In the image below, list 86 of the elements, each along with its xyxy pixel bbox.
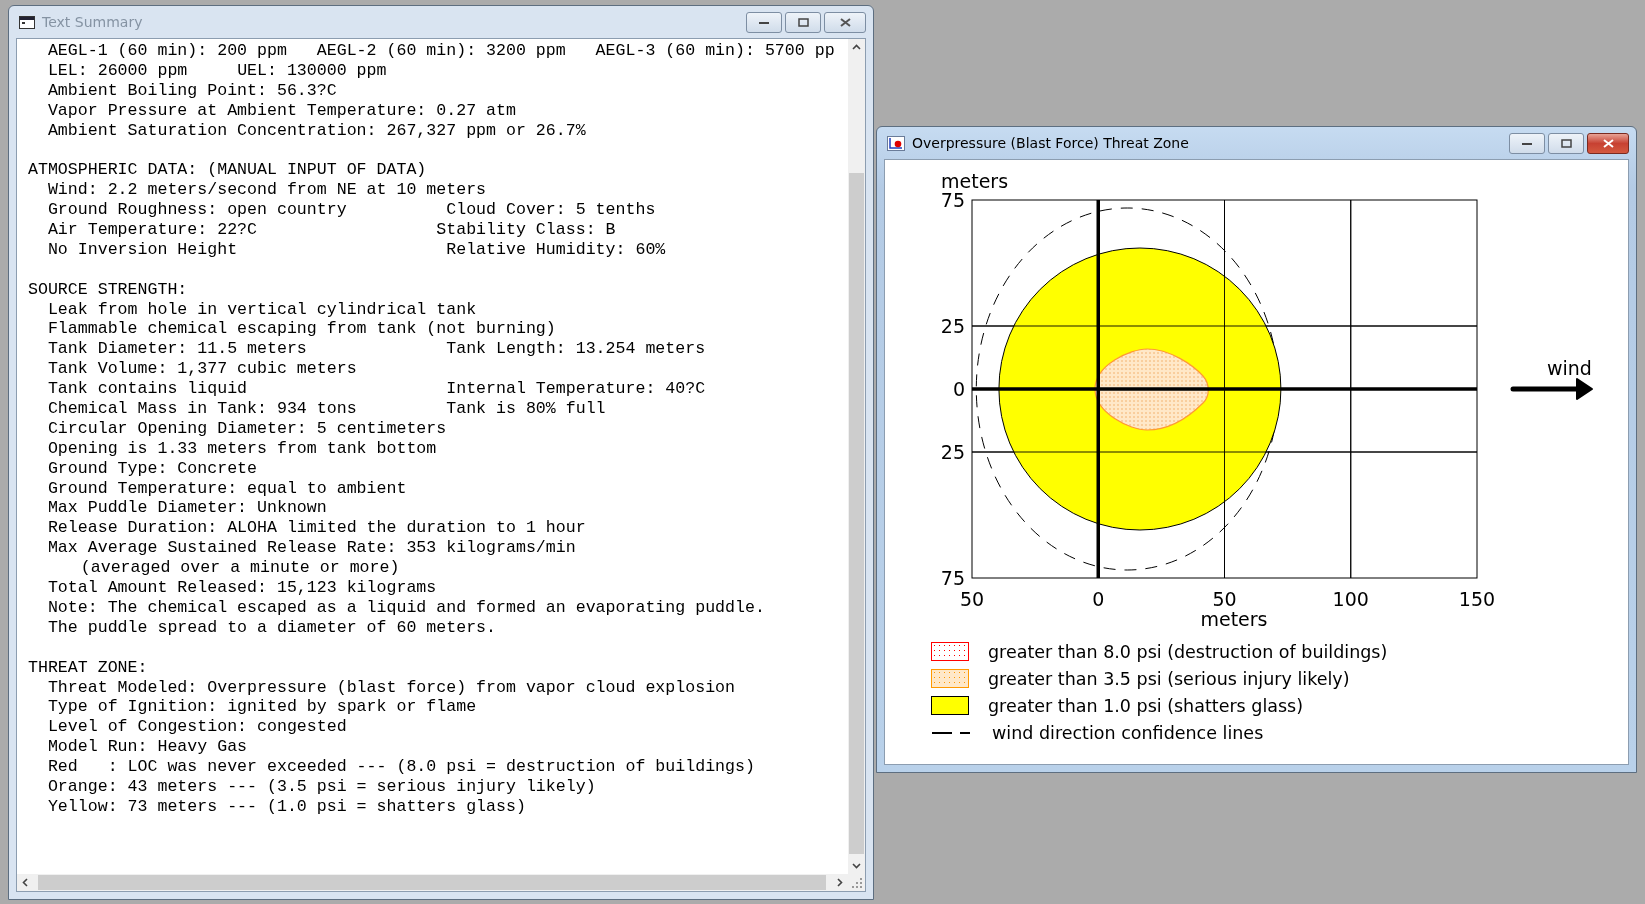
scroll-down-icon[interactable] — [852, 863, 861, 869]
tick-label: 50 — [959, 588, 985, 610]
scroll-up-icon[interactable] — [852, 44, 861, 50]
maximize-icon — [797, 18, 809, 27]
summary-text: (averaged over a minute or more) — [80, 558, 400, 578]
summary-text: Circular Opening Diameter: 5 centimeters — [47, 418, 447, 438]
summary-text: Release Duration: ALOHA limited the duration to 1 hour — [47, 518, 586, 538]
summary-text: Ground Temperature: equal to ambient — [47, 478, 407, 498]
wind-arrow-icon — [1510, 378, 1593, 400]
summary-text: Opening is 1.33 meters from tank bottom — [47, 438, 437, 458]
summary-text: Relative Humidity: 60% — [446, 239, 666, 259]
maximize-button[interactable] — [785, 12, 821, 33]
summary-text: Tank Volume: 1,377 cubic meters — [47, 359, 357, 379]
tick-label: 50 — [1212, 588, 1237, 610]
tick-label: 75 — [940, 189, 965, 211]
summary-text: Ambient Saturation Concentration: 267,327 ppm or 26.7% — [47, 120, 586, 140]
summary-text: Stability Class: B — [436, 220, 616, 239]
close-icon — [839, 18, 851, 27]
window-title: Overpressure (Blast Force) Threat Zone — [912, 135, 1189, 151]
close-icon — [1602, 139, 1614, 148]
legend-label: greater than 3.5 psi (serious injury likely) — [988, 668, 1350, 689]
summary-text: Max Average Sustained Release Rate: 353 kilograms/min — [47, 538, 576, 558]
maximize-icon — [1560, 139, 1572, 148]
summary-text: Vapor Pressure at Ambient Temperature: 0.27 atm — [47, 100, 516, 120]
summary-text: Red — [47, 757, 78, 777]
window-title: Text Summary — [42, 14, 143, 30]
axis-label: meters — [1200, 608, 1268, 630]
summary-text: AEGL-2 (60 min): 3200 ppm — [316, 41, 566, 60]
window-icon — [19, 15, 35, 29]
summary-text: Orange: 43 meters --- (3.5 psi = serious injury likely) — [47, 776, 596, 796]
section-heading: THREAT ZONE: — [28, 657, 149, 678]
wind-label: wind — [1547, 357, 1592, 379]
summary-text: UEL: 130000 ppm — [237, 60, 387, 80]
close-button[interactable] — [1587, 133, 1629, 154]
chart-icon — [887, 135, 905, 151]
summary-text: Internal Temperature: 40?C — [446, 379, 706, 399]
summary-text: Tank contains liquid — [47, 379, 248, 399]
scrollbar-thumb[interactable] — [849, 173, 864, 854]
summary-text: : LOC was never exceeded --- (8.0 psi = destruction of buildings) — [107, 757, 755, 777]
summary-text: Tank Length: 13.254 meters — [446, 339, 706, 359]
legend-label: greater than 1.0 psi (shatters glass) — [988, 695, 1304, 716]
legend-label: greater than 8.0 psi (destruction of buildings) — [988, 641, 1388, 662]
maximize-button[interactable] — [1548, 133, 1584, 154]
summary-text: No Inversion Height — [47, 239, 238, 259]
summary-text: AEGL-3 (60 min): 5700 pp — [595, 41, 835, 60]
summary-text: Ground Type: Concrete — [47, 458, 258, 478]
summary-text: Tank is 80% full — [446, 399, 606, 419]
summary-text: Cloud Cover: 5 tenths — [446, 200, 656, 220]
tick-label: 25 — [940, 441, 965, 463]
summary-text: LEL: 26000 ppm — [47, 60, 188, 80]
tick-label: 100 — [1332, 588, 1369, 610]
summary-text: Type of Ignition: ignited by spark or flame — [47, 697, 477, 717]
tick-label: 150 — [1458, 588, 1496, 610]
axis-label: meters — [941, 170, 1009, 192]
scroll-left-icon[interactable] — [22, 878, 28, 887]
summary-text: Total Amount Released: 15,123 kilograms — [47, 578, 437, 598]
scrollbar-thumb[interactable] — [38, 875, 826, 890]
summary-text: Level of Congestion: congested — [47, 717, 347, 737]
summary-text: Leak from hole in vertical cylindrical tank — [47, 299, 477, 319]
minimize-button[interactable] — [746, 12, 782, 33]
section-heading: ATMOSPHERIC DATA: (MANUAL INPUT OF DATA) — [28, 160, 428, 181]
legend-label: wind direction confidence lines — [992, 722, 1264, 743]
minimize-button[interactable] — [1509, 133, 1545, 154]
summary-text: Ambient Boiling Point: 56.3?C — [47, 80, 337, 100]
summary-text: AEGL-1 (60 min): 200 ppm — [47, 41, 287, 60]
tick-label: 75 — [940, 567, 965, 589]
summary-text: Tank Diameter: 11.5 meters — [47, 339, 307, 359]
summary-text: Max Puddle Diameter: Unknown — [47, 498, 327, 518]
summary-text: Note: The chemical escaped as a liquid and formed an evaporating puddle. — [47, 597, 765, 617]
scroll-right-icon[interactable] — [837, 878, 843, 887]
tick-label: 25 — [940, 315, 965, 337]
summary-text: Yellow: 73 meters --- (1.0 psi = shatters glass) — [47, 796, 526, 816]
tick-label: 0 — [1092, 588, 1105, 610]
summary-text: Air Temperature: 22?C — [47, 220, 258, 239]
summary-text: Wind: 2.2 meters/second from NE at 10 meters — [47, 180, 487, 200]
close-button[interactable] — [824, 12, 866, 33]
resize-grip-icon[interactable] — [852, 878, 862, 888]
vertical-scrollbar[interactable] — [848, 39, 865, 874]
tick-label: 0 — [952, 378, 965, 400]
summary-text: Threat Modeled: Overpressure (blast force) from vapor cloud explosion — [47, 677, 735, 697]
summary-text: The puddle spread to a diameter of 60 meters. — [47, 617, 496, 637]
summary-text: Ground Roughness: open country — [47, 200, 347, 220]
summary-text: Chemical Mass in Tank: 934 tons — [47, 399, 357, 419]
summary-text: Flammable chemical escaping from tank (not burning) — [47, 319, 556, 339]
section-heading: SOURCE STRENGTH: — [28, 279, 189, 300]
summary-text: Model Run: Heavy Gas — [47, 737, 248, 757]
